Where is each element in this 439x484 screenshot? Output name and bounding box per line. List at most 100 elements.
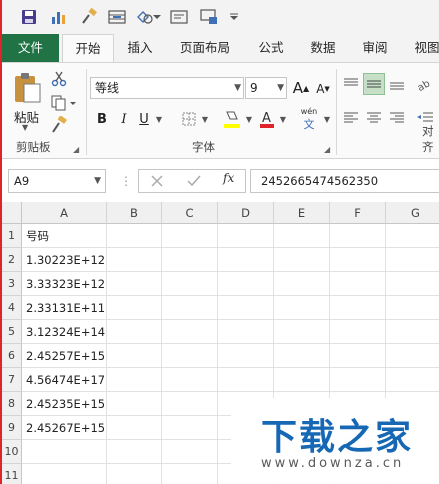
chevron-down-icon[interactable]: ▼ bbox=[154, 111, 164, 127]
cell[interactable] bbox=[162, 320, 218, 344]
cell[interactable] bbox=[386, 296, 439, 320]
cell[interactable] bbox=[386, 344, 439, 368]
underline-button[interactable]: U bbox=[136, 109, 152, 129]
cell[interactable] bbox=[162, 344, 218, 368]
cell-a[interactable]: 2.33131E+11 bbox=[22, 296, 107, 320]
tab-view[interactable]: 视图 bbox=[406, 34, 439, 62]
save-icon[interactable] bbox=[18, 6, 40, 28]
cell[interactable] bbox=[107, 416, 162, 440]
copy-icon[interactable] bbox=[49, 93, 79, 113]
cell-a[interactable]: 号码 bbox=[22, 224, 107, 248]
borders-icon[interactable] bbox=[180, 109, 198, 129]
cell[interactable] bbox=[107, 368, 162, 392]
tab-home[interactable]: 开始 bbox=[62, 34, 114, 63]
cell[interactable] bbox=[386, 248, 439, 272]
paste-icon[interactable] bbox=[10, 71, 44, 105]
format-painter-icon[interactable] bbox=[49, 115, 69, 135]
align-right-icon[interactable] bbox=[388, 109, 406, 127]
cell[interactable] bbox=[330, 320, 386, 344]
chevron-down-icon[interactable]: ▼ bbox=[22, 123, 28, 132]
cell[interactable] bbox=[386, 368, 439, 392]
tab-file[interactable]: 文件 bbox=[2, 34, 59, 62]
screen-icon[interactable] bbox=[198, 6, 220, 28]
cell[interactable] bbox=[218, 368, 274, 392]
cell[interactable] bbox=[107, 224, 162, 248]
row-header[interactable]: 2 bbox=[2, 248, 22, 272]
cut-icon[interactable] bbox=[49, 69, 69, 89]
cell[interactable] bbox=[162, 368, 218, 392]
chevron-down-icon[interactable] bbox=[152, 6, 162, 28]
cell[interactable] bbox=[274, 344, 330, 368]
row-header[interactable]: 10 bbox=[2, 440, 22, 464]
cell-a[interactable] bbox=[22, 464, 107, 484]
customize-toolbar-icon[interactable] bbox=[228, 6, 240, 28]
cell[interactable] bbox=[162, 296, 218, 320]
cell[interactable] bbox=[162, 272, 218, 296]
grow-font-button[interactable]: A ▲ bbox=[292, 77, 310, 99]
align-middle-icon[interactable] bbox=[363, 73, 385, 95]
font-color-icon[interactable]: A bbox=[258, 107, 276, 131]
text-box-icon[interactable] bbox=[168, 6, 190, 28]
column-header[interactable]: D bbox=[218, 202, 274, 224]
font-size-combo[interactable]: 9 ▼ bbox=[245, 77, 287, 99]
dialog-launcher-icon[interactable]: ◢ bbox=[73, 145, 79, 154]
tab-data[interactable]: 数据 bbox=[302, 34, 344, 62]
row-header[interactable]: 6 bbox=[2, 344, 22, 368]
cell[interactable] bbox=[274, 224, 330, 248]
column-header[interactable]: C bbox=[162, 202, 218, 224]
cell[interactable] bbox=[218, 344, 274, 368]
insert-function-icon[interactable]: fx bbox=[223, 171, 234, 185]
cell[interactable] bbox=[330, 368, 386, 392]
cell[interactable] bbox=[218, 224, 274, 248]
format-painter-icon[interactable] bbox=[78, 6, 100, 28]
cell[interactable] bbox=[386, 320, 439, 344]
cell[interactable] bbox=[218, 320, 274, 344]
tab-page-layout[interactable]: 页面布局 bbox=[172, 34, 238, 62]
phonetic-guide-button[interactable]: wén 文 bbox=[298, 105, 320, 133]
cell[interactable] bbox=[107, 440, 162, 464]
italic-button[interactable]: I bbox=[116, 109, 132, 129]
cell[interactable] bbox=[162, 440, 218, 464]
chevron-down-icon[interactable]: ▼ bbox=[322, 111, 332, 127]
row-header[interactable]: 3 bbox=[2, 272, 22, 296]
column-header[interactable]: B bbox=[107, 202, 162, 224]
chevron-down-icon[interactable]: ▼ bbox=[94, 170, 101, 192]
cell[interactable] bbox=[218, 248, 274, 272]
tab-review[interactable]: 审阅 bbox=[354, 34, 396, 62]
cancel-icon[interactable] bbox=[151, 175, 163, 187]
cell[interactable] bbox=[274, 320, 330, 344]
align-top-icon[interactable] bbox=[342, 75, 360, 93]
align-bottom-icon[interactable] bbox=[388, 75, 406, 93]
enter-icon[interactable] bbox=[187, 175, 201, 187]
cell[interactable] bbox=[162, 392, 218, 416]
cell[interactable] bbox=[162, 464, 218, 484]
tab-formulas[interactable]: 公式 bbox=[250, 34, 292, 62]
chevron-down-icon[interactable]: ▼ bbox=[244, 111, 254, 127]
column-header[interactable]: G bbox=[386, 202, 439, 224]
cell[interactable] bbox=[107, 320, 162, 344]
cell[interactable] bbox=[274, 248, 330, 272]
row-header[interactable]: 9 bbox=[2, 416, 22, 440]
chevron-down-icon[interactable]: ▼ bbox=[278, 111, 288, 127]
more-options-icon[interactable]: ⋮ bbox=[120, 173, 132, 189]
cell[interactable] bbox=[107, 296, 162, 320]
cell[interactable] bbox=[274, 368, 330, 392]
select-all-corner[interactable] bbox=[2, 202, 22, 224]
cell[interactable] bbox=[162, 224, 218, 248]
name-box[interactable]: A9 ▼ bbox=[8, 169, 106, 193]
column-header[interactable]: F bbox=[330, 202, 386, 224]
cell-a[interactable]: 3.33323E+12 bbox=[22, 272, 107, 296]
cell-a[interactable]: 1.30223E+12 bbox=[22, 248, 107, 272]
cell-a[interactable] bbox=[22, 440, 107, 464]
cell[interactable] bbox=[330, 224, 386, 248]
cell[interactable] bbox=[218, 296, 274, 320]
column-header[interactable]: A bbox=[22, 202, 107, 224]
chart-icon[interactable] bbox=[48, 6, 70, 28]
cell[interactable] bbox=[107, 272, 162, 296]
form-icon[interactable] bbox=[106, 6, 128, 28]
cell[interactable] bbox=[330, 248, 386, 272]
orientation-icon[interactable]: ab bbox=[414, 75, 436, 93]
cell[interactable] bbox=[107, 248, 162, 272]
column-header[interactable]: E bbox=[274, 202, 330, 224]
row-header[interactable]: 11 bbox=[2, 464, 22, 484]
